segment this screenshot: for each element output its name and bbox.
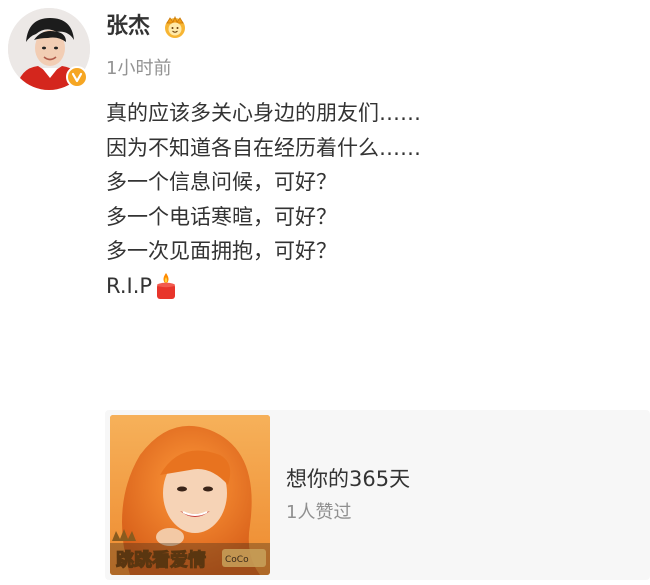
music-card[interactable]: 跳跳看爱情 CoCo 想你的365天 1人赞过 (105, 410, 650, 580)
like-count: 1人赞过 (286, 502, 352, 523)
song-title[interactable]: 想你的365天 (286, 465, 410, 493)
post-line: 因为不知道各自在经历着什么…… (106, 135, 421, 160)
verified-v-icon (66, 66, 88, 88)
album-cover-title: 跳跳看爱情 (116, 549, 206, 571)
post-line: 多一个信息问候，可好？ (106, 170, 337, 194)
svg-text:CoCo: CoCo (225, 555, 249, 565)
rip-text: R.I.P (106, 273, 153, 298)
post-line-rip: R.I.P (106, 269, 626, 304)
post-line: 多一次见面拥抱，可好？ (106, 239, 337, 263)
candle-icon (154, 272, 178, 300)
crown-badge-icon[interactable] (162, 14, 188, 40)
post-line: 多一个电话寒暄，可好？ (106, 204, 337, 229)
album-cover-image[interactable]: 跳跳看爱情 CoCo (110, 415, 270, 575)
post-line: 真的应该多关心身边的朋友们…… (106, 101, 421, 125)
post-content: 真的应该多关心身边的朋友们…… 因为不知道各自在经历着什么…… 多一个信息问候，… (106, 96, 626, 303)
post-timestamp[interactable]: 1小时前 (106, 57, 171, 81)
username[interactable]: 张杰 (106, 13, 150, 41)
